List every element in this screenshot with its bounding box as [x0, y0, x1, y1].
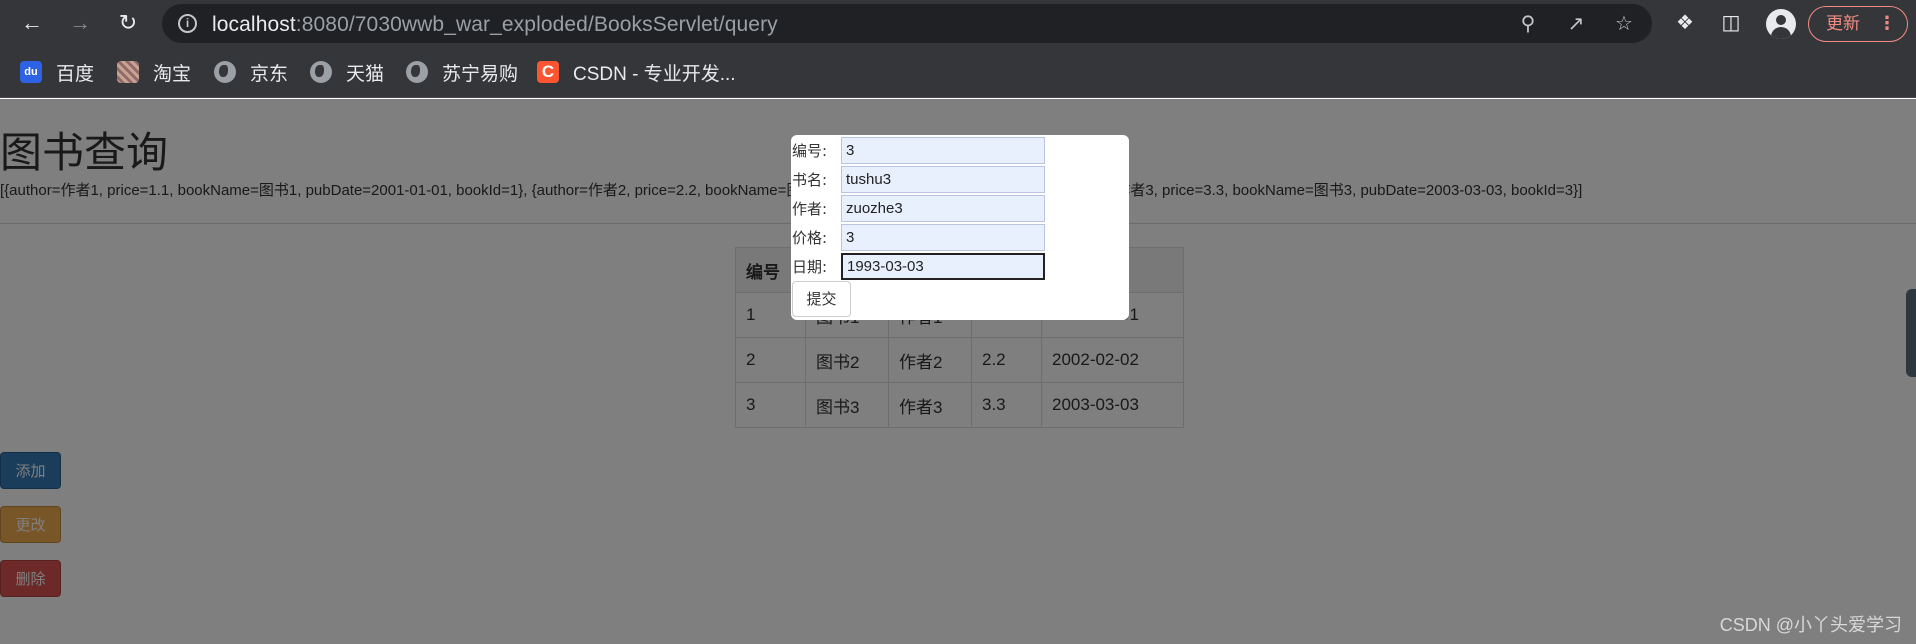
globe-icon	[214, 61, 236, 83]
update-button[interactable]: 更新 ⋮	[1808, 6, 1908, 42]
form-row-author: 作者:	[792, 194, 1045, 223]
page-content: 图书查询 [{author=作者1, price=1.1, bookName=图…	[0, 99, 1916, 644]
bookmark-label: 百度	[56, 63, 95, 85]
globe-icon	[406, 61, 428, 83]
book-name-input[interactable]	[841, 166, 1045, 193]
url-host: localhost	[212, 13, 296, 36]
form-row-price: 价格:	[792, 223, 1045, 252]
address-bar[interactable]: i localhost:8080/7030wwb_war_exploded/Bo…	[162, 4, 1652, 43]
book-id-input[interactable]	[841, 137, 1045, 164]
forward-arrow-icon[interactable]: →	[66, 9, 94, 37]
field-label: 价格:	[792, 229, 828, 247]
browser-toolbar: ← → ↻ i localhost:8080/7030wwb_war_explo…	[0, 0, 1916, 47]
field-label: 作者:	[792, 200, 828, 218]
bookmark-csdn[interactable]: C CSDN - 专业开发...	[537, 59, 736, 85]
url-text[interactable]: localhost:8080/7030wwb_war_exploded/Book…	[212, 13, 778, 37]
bookmark-jd[interactable]: 京东	[214, 59, 288, 85]
bookmark-suning[interactable]: 苏宁易购	[406, 59, 518, 85]
date-input[interactable]	[841, 253, 1045, 280]
bookmark-label: CSDN - 专业开发...	[573, 63, 736, 85]
url-path: :8080/7030wwb_war_exploded/BooksServlet/…	[295, 13, 778, 36]
extensions-puzzle-icon[interactable]: ❖	[1672, 10, 1698, 36]
globe-icon	[310, 61, 332, 83]
bookmark-star-icon[interactable]: ☆	[1612, 12, 1636, 36]
profile-avatar-icon[interactable]	[1766, 9, 1796, 39]
bookmark-tmall[interactable]: 天猫	[310, 59, 384, 85]
bookmark-taobao[interactable]: 淘宝	[117, 59, 191, 85]
form-row-id: 编号:	[792, 136, 1045, 165]
bookmark-label: 天猫	[346, 63, 385, 85]
field-label: 日期:	[792, 258, 828, 276]
field-label: 编号:	[792, 142, 828, 160]
form-row-date: 日期:	[792, 252, 1045, 281]
field-label: 书名:	[792, 171, 828, 189]
update-label: 更新	[1826, 14, 1860, 33]
side-panel-icon[interactable]: ◫	[1718, 10, 1744, 36]
author-input[interactable]	[841, 195, 1045, 222]
taobao-icon	[117, 61, 139, 83]
price-input[interactable]	[841, 224, 1045, 251]
zoom-icon[interactable]: ⚲	[1516, 12, 1540, 36]
edit-book-dialog: 编号: 书名: 作者: 价格: 日期: 提交	[791, 135, 1129, 320]
form-row-name: 书名:	[792, 165, 1045, 194]
bookmark-label: 苏宁易购	[442, 63, 519, 85]
more-menu-icon: ⋮	[1878, 13, 1896, 33]
csdn-icon: C	[537, 61, 559, 83]
share-icon[interactable]: ↗	[1564, 12, 1588, 36]
bookmarks-bar: du 百度 淘宝 京东 天猫 苏宁易购 C CSDN - 专业开发...	[0, 47, 1916, 98]
submit-button[interactable]: 提交	[792, 281, 851, 317]
bookmark-label: 淘宝	[153, 63, 192, 85]
baidu-icon: du	[20, 61, 42, 83]
bookmark-label: 京东	[250, 63, 289, 85]
site-info-icon[interactable]: i	[178, 14, 197, 33]
reload-icon[interactable]: ↻	[114, 9, 142, 37]
back-arrow-icon[interactable]: ←	[18, 9, 46, 37]
csdn-watermark: CSDN @小丫头爱学习	[1719, 615, 1902, 635]
bookmark-baidu[interactable]: du 百度	[20, 59, 94, 85]
